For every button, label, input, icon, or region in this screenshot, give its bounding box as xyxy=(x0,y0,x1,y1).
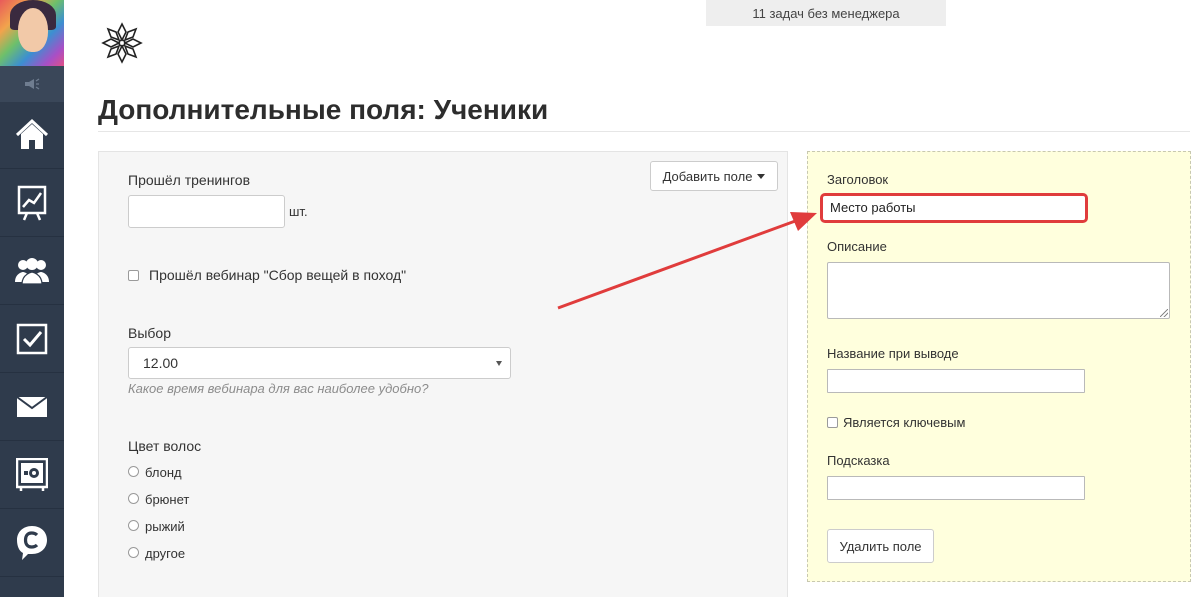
field-title-value: Место работы xyxy=(830,200,916,215)
chart-icon xyxy=(17,185,47,221)
avatar-face xyxy=(18,8,48,52)
key-field-checkbox-label: Является ключевым xyxy=(843,415,966,430)
hair-color-radio-brunette[interactable] xyxy=(128,493,139,504)
output-name-label: Название при выводе xyxy=(827,346,959,361)
tooltip-input[interactable] xyxy=(827,476,1085,500)
description-label: Описание xyxy=(827,239,887,254)
unassigned-tasks-notice[interactable]: 11 задач без менеджера xyxy=(706,0,946,26)
hair-color-radio-blond[interactable] xyxy=(128,466,139,477)
home-icon xyxy=(15,118,49,149)
description-textarea[interactable] xyxy=(827,262,1170,319)
key-field-checkbox[interactable] xyxy=(827,417,838,428)
choice-select-value: 12.00 xyxy=(143,355,179,371)
logo-icon xyxy=(101,22,143,64)
chat-icon xyxy=(17,526,47,560)
tooltip-label: Подсказка xyxy=(827,453,890,468)
add-field-button-label: Добавить поле xyxy=(662,168,753,184)
sidebar-item-mail[interactable] xyxy=(0,374,64,441)
tasks-icon xyxy=(16,323,48,355)
hair-color-radio-red[interactable] xyxy=(128,520,139,531)
webinar-checkbox-label: Прошёл вебинар "Сбор вещей в поход" xyxy=(149,267,407,283)
hair-color-option-label: блонд xyxy=(145,465,182,480)
choice-hint: Какое время вебинара для вас наиболее уд… xyxy=(128,381,429,396)
output-name-input[interactable] xyxy=(827,369,1085,393)
trainings-input[interactable] xyxy=(128,195,285,228)
avatar[interactable] xyxy=(0,0,64,66)
sidebar-item-settings[interactable] xyxy=(0,442,64,509)
users-icon xyxy=(15,258,49,285)
page-title: Дополнительные поля: Ученики xyxy=(98,94,549,125)
settings-safe-icon xyxy=(16,458,48,491)
sidebar-item-chat[interactable] xyxy=(0,510,64,577)
resize-grip-icon[interactable] xyxy=(1160,309,1168,317)
chevron-down-icon xyxy=(496,361,502,366)
webinar-checkbox[interactable] xyxy=(128,270,139,281)
trainings-unit: шт. xyxy=(289,204,308,219)
choice-select[interactable]: 12.00 xyxy=(128,347,511,379)
hair-color-option-label: брюнет xyxy=(145,492,190,507)
speaker-icon[interactable] xyxy=(0,66,64,102)
sidebar xyxy=(0,0,64,597)
hair-color-radio-other[interactable] xyxy=(128,547,139,558)
choice-label: Выбор xyxy=(128,325,171,341)
field-title-label: Заголовок xyxy=(827,172,889,187)
hair-color-label: Цвет волос xyxy=(128,438,202,454)
hair-color-option-label: рыжий xyxy=(145,519,185,534)
sidebar-item-home[interactable] xyxy=(0,102,64,169)
sidebar-item-stats[interactable] xyxy=(0,170,64,237)
chevron-down-icon xyxy=(757,173,766,179)
sidebar-item-tasks[interactable] xyxy=(0,306,64,373)
hair-color-option-label: другое xyxy=(145,546,186,561)
title-divider xyxy=(98,131,1190,132)
sidebar-item-users[interactable] xyxy=(0,238,64,305)
mail-icon xyxy=(16,396,48,417)
add-field-button[interactable]: Добавить поле xyxy=(650,161,778,191)
trainings-label: Прошёл тренингов xyxy=(128,172,251,188)
delete-field-button[interactable]: Удалить поле xyxy=(827,529,934,563)
